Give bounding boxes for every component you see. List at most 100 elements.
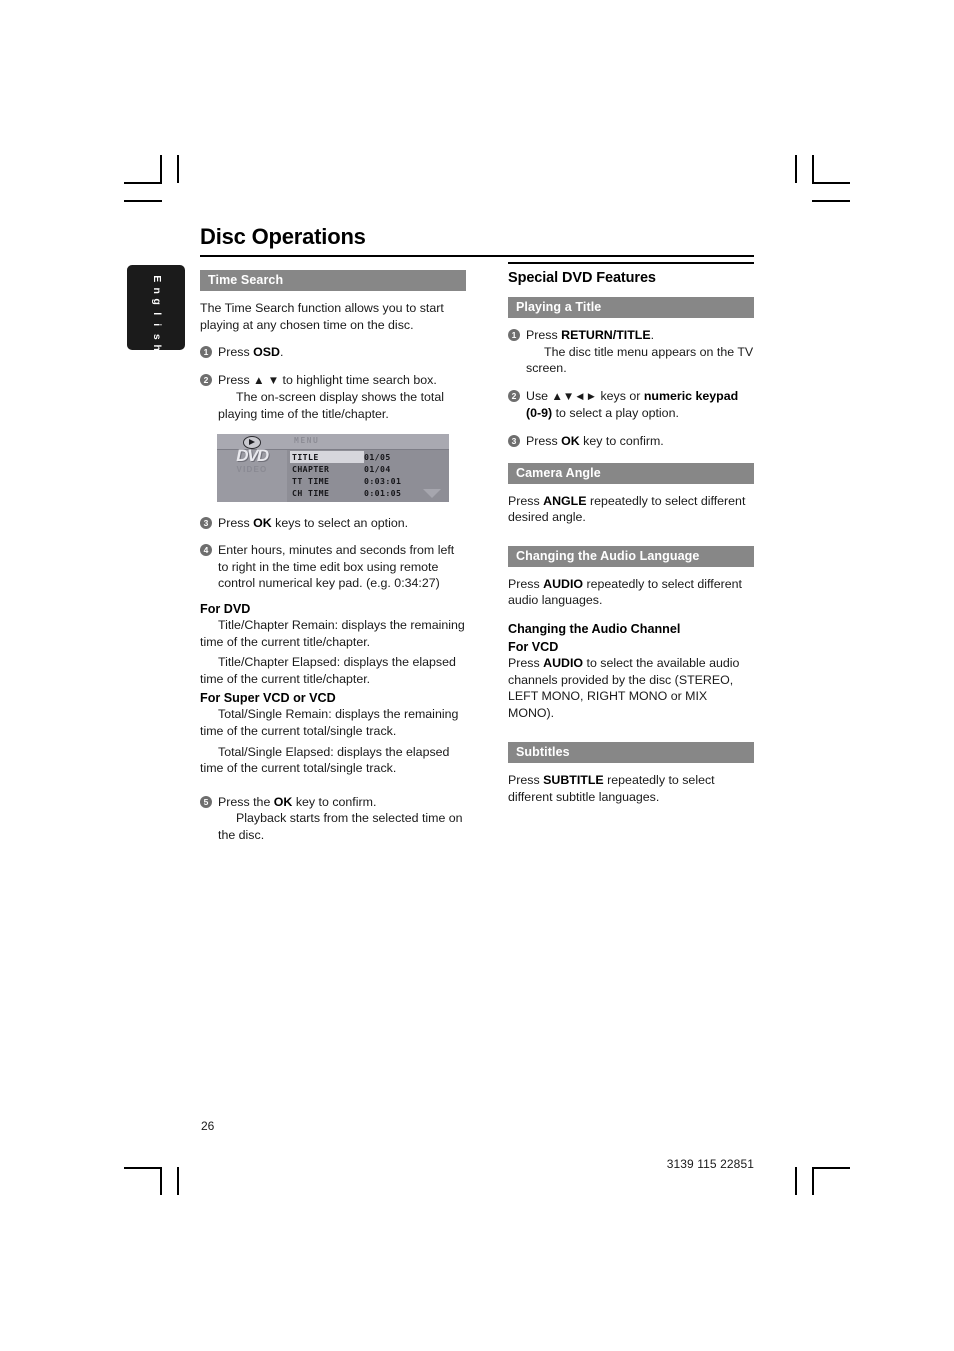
- step-number: 1: [200, 346, 212, 359]
- chevron-down-icon: [423, 488, 441, 498]
- section-bar-time-search: Time Search: [200, 270, 466, 291]
- crop-mark-top-right-v1: [795, 155, 797, 183]
- camera-angle-bold: ANGLE: [543, 493, 587, 508]
- step-text-pre: Use: [526, 388, 552, 403]
- osd-row-value: 0:03:01: [364, 475, 402, 486]
- osd-row-value: 0:01:05: [364, 487, 402, 498]
- osd-row-label: TT TIME: [292, 475, 330, 486]
- playing-title-step-2: 2 Use ▲▼◄► keys or numeric keypad (0-9) t…: [508, 388, 754, 422]
- step-number: 3: [200, 516, 212, 529]
- crop-mark-bottom-right-v1: [795, 1167, 797, 1195]
- step-text-pre: Press: [218, 345, 254, 360]
- heading-for-vcd: For VCD: [508, 639, 559, 654]
- step-text-post: to select a play option.: [552, 406, 679, 421]
- section-bar-camera-angle: Camera Angle: [508, 462, 754, 484]
- audio-channel-text: Press AUDIO to select the available audi…: [508, 655, 754, 721]
- up-down-arrow-icon: ▲ ▼: [253, 374, 280, 387]
- subtitles-pre: Press: [508, 773, 544, 788]
- for-svcd-elapsed: Total/Single Elapsed: displays the elaps…: [200, 744, 466, 777]
- osd-row-label: CHAPTER: [292, 463, 330, 474]
- for-dvd-remain-text: Title/Chapter Remain: displays the remai…: [200, 617, 465, 649]
- for-dvd-remain: Title/Chapter Remain: displays the remai…: [200, 617, 466, 650]
- for-svcd-elapsed-text: Total/Single Elapsed: displays the elaps…: [200, 744, 450, 776]
- for-dvd-elapsed: Title/Chapter Elapsed: displays the elap…: [200, 654, 466, 687]
- direction-arrows-icon: ▲▼◄►: [551, 390, 598, 403]
- document-code: 3139 115 22851: [666, 1157, 754, 1171]
- crop-mark-top-right-h2: [812, 200, 850, 202]
- step-1: 1 Press OSD.: [200, 344, 466, 361]
- audio-channel-bold: AUDIO: [543, 655, 584, 670]
- step-continuation: The on-screen display shows the total pl…: [218, 390, 444, 421]
- step-5: 5 Press the OK key to confirm. Playback s…: [200, 794, 466, 844]
- osd-row-label: CH TIME: [292, 487, 330, 498]
- crop-mark-top-right-v2: [812, 155, 814, 183]
- crop-mark-top-left-v2: [177, 155, 179, 183]
- heading-for-super-vcd: For Super VCD or VCD: [200, 691, 336, 706]
- step-number: 5: [200, 795, 212, 808]
- language-tab-letter: h: [150, 344, 163, 351]
- right-column-divider: [508, 262, 754, 264]
- language-tab-label: E n g l i s h: [127, 273, 185, 354]
- audio-language-text: Press AUDIO repeatedly to select differe…: [508, 576, 754, 609]
- osd-screenshot: MENU DVD VIDEO TITLE 01/05 CHAPTER 01/04 T…: [217, 433, 449, 502]
- crop-mark-bottom-right-h1: [812, 1167, 850, 1169]
- step-text-post: .: [650, 328, 655, 342]
- step-text-mid: keys or: [597, 388, 644, 403]
- crop-mark-bottom-right-v2: [812, 1167, 814, 1195]
- crop-mark-bottom-left-v1: [160, 1167, 162, 1195]
- step-4: 4 Enter hours, minutes and seconds from l…: [200, 542, 466, 592]
- heading-for-dvd: For DVD: [200, 601, 251, 616]
- crop-mark-top-left-h1: [124, 182, 162, 184]
- subtitles-bold: SUBTITLE: [543, 773, 604, 788]
- section-bar-audio-language: Changing the Audio Language: [508, 545, 754, 567]
- crop-mark-bottom-left-v2: [177, 1167, 179, 1195]
- step-text-bold: OK: [253, 515, 272, 530]
- crop-mark-top-right-h1: [812, 182, 850, 184]
- step-number: 3: [508, 434, 520, 447]
- step-text-post: key to confirm.: [579, 433, 664, 448]
- osd-menu-label: MENU: [294, 436, 320, 446]
- audio-channel-pre: Press: [508, 655, 544, 670]
- osd-rows: TITLE 01/05 CHAPTER 01/04 TT TIME 0:03:01 C…: [290, 450, 401, 499]
- step-number: 2: [508, 389, 520, 402]
- step-text-bold: OSD: [253, 345, 280, 360]
- osd-row-chapter: CHAPTER 01/04: [292, 463, 401, 475]
- time-search-intro: The Time Search function allows you to s…: [200, 301, 444, 332]
- step-3: 3 Press OK keys to select an option.: [200, 515, 466, 532]
- step-number: 1: [508, 329, 520, 341]
- osd-row-tt-time: TT TIME 0:03:01: [292, 475, 401, 487]
- crop-mark-top-left-h2: [124, 200, 162, 202]
- for-svcd-remain-text: Total/Single Remain: displays the remain…: [200, 707, 459, 738]
- for-dvd-elapsed-text: Title/Chapter Elapsed: displays the elap…: [200, 655, 456, 686]
- page-number: 26: [201, 1119, 215, 1133]
- for-svcd-remain: Total/Single Remain: displays the remain…: [200, 706, 466, 739]
- right-column: Special DVD Features Playing a Title 1 Pr…: [508, 270, 754, 817]
- osd-row-ch-time: CH TIME 0:01:05: [292, 487, 401, 499]
- osd-row-value: 01/04: [364, 463, 391, 474]
- step-text-pre: Press: [218, 515, 254, 530]
- step-2: 2 Press ▲ ▼ to highlight time search box.…: [200, 372, 466, 423]
- section-bar-playing-a-title: Playing a Title: [508, 297, 754, 318]
- section-title-special-dvd-features: Special DVD Features: [508, 270, 656, 286]
- camera-angle-text: Press ANGLE repeatedly to select differe…: [508, 493, 754, 526]
- crop-mark-top-left-v1: [160, 155, 162, 183]
- step-continuation: The disc title menu appears on the TV sc…: [526, 344, 754, 376]
- audio-language-bold: AUDIO: [543, 576, 584, 591]
- playing-title-step-1: 1 Press RETURN/TITLE. The disc title menu…: [508, 327, 754, 377]
- subtitles-text: Press SUBTITLE repeatedly to select diff…: [508, 772, 754, 805]
- step-text-pre: Press: [218, 372, 254, 387]
- heading-changing-audio-channel: Changing the Audio Channel: [508, 621, 681, 636]
- page-title: Disc Operations: [200, 224, 366, 249]
- step-text-post: .: [279, 345, 284, 360]
- osd-row-title: TITLE 01/05: [290, 450, 401, 463]
- camera-angle-pre: Press: [508, 493, 544, 508]
- left-column: Time Search The Time Search function all…: [200, 270, 466, 854]
- osd-row-value: 01/05: [364, 451, 391, 462]
- step-text-post: to highlight time search box.: [279, 372, 437, 387]
- dvd-logo: DVD: [236, 445, 269, 465]
- audio-language-pre: Press: [508, 576, 544, 591]
- step-text-post: keys to select an option.: [271, 515, 409, 530]
- step-text-post: Enter hours, minutes and seconds from le…: [218, 543, 455, 591]
- step-number: 2: [200, 373, 212, 386]
- dvd-video-logo-sub: VIDEO: [236, 464, 268, 474]
